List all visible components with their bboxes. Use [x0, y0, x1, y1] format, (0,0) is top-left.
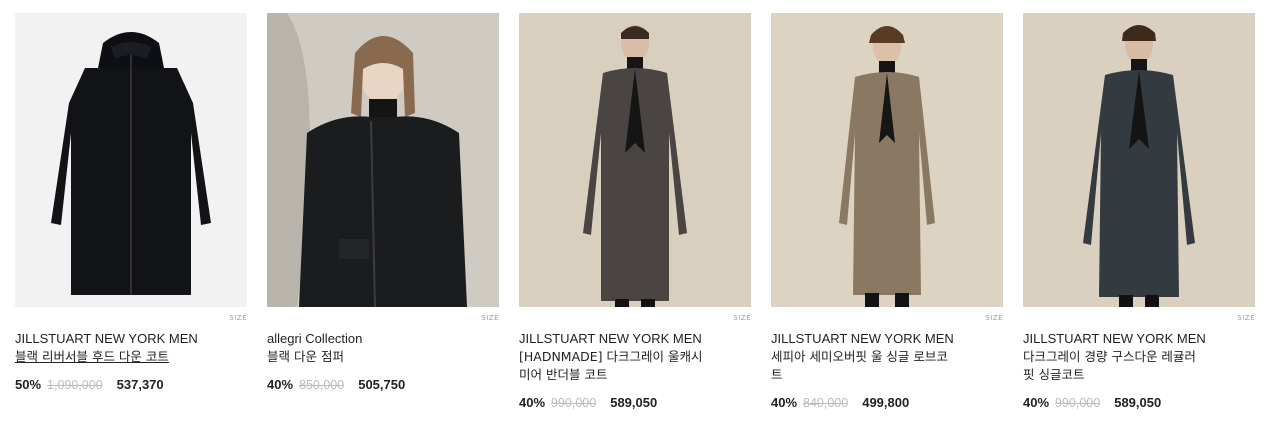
- product-name[interactable]: 세피아 세미오버핏 울 싱글 로브코: [771, 348, 1003, 366]
- product-name-line2[interactable]: 미어 반더블 코트: [519, 366, 751, 384]
- size-tag[interactable]: SIZE: [229, 312, 247, 324]
- product-brand[interactable]: allegri Collection: [267, 330, 499, 348]
- price-row: 40% 840,000 499,800: [771, 394, 1003, 412]
- product-name[interactable]: 다크그레이 경량 구스다운 레귤러: [1023, 348, 1255, 366]
- sale-price: 499,800: [862, 395, 910, 410]
- model-dark-grey-coat-image: [519, 13, 751, 307]
- model-down-coat-image: [1023, 13, 1255, 307]
- product-card[interactable]: SIZE JILLSTUART NEW YORK MEN 세피아 세미오버핏 울…: [771, 13, 1003, 412]
- discount-rate: 40%: [267, 377, 294, 392]
- original-price: 990,000: [551, 396, 597, 410]
- product-card[interactable]: SIZE JILLSTUART NEW YORK MEN 블랙 리버서블 후드 …: [15, 13, 247, 394]
- original-price: 1,090,000: [47, 378, 103, 392]
- original-price: 850,000: [299, 378, 345, 392]
- discount-rate: 40%: [519, 395, 546, 410]
- product-card[interactable]: SIZE JILLSTUART NEW YORK MEN [HADNMADE] …: [519, 13, 751, 412]
- product-card[interactable]: SIZE allegri Collection 블랙 다운 점퍼 40% 850…: [267, 13, 499, 394]
- price-row: 40% 990,000 589,050: [1023, 394, 1255, 412]
- price-row: 50% 1,090,000 537,370: [15, 376, 247, 394]
- product-name[interactable]: 블랙 리버서블 후드 다운 코트: [15, 348, 247, 366]
- model-sepia-coat-image: [771, 13, 1003, 307]
- size-tag[interactable]: SIZE: [733, 312, 751, 324]
- original-price: 840,000: [803, 396, 849, 410]
- product-brand[interactable]: JILLSTUART NEW YORK MEN: [519, 330, 751, 348]
- product-brand[interactable]: JILLSTUART NEW YORK MEN: [1023, 330, 1255, 348]
- model-jumper-image: [267, 13, 499, 307]
- sale-price: 505,750: [358, 377, 406, 392]
- product-name-line2[interactable]: 트: [771, 366, 1003, 384]
- original-price: 990,000: [1055, 396, 1101, 410]
- product-name[interactable]: 블랙 다운 점퍼: [267, 348, 499, 366]
- product-info: allegri Collection 블랙 다운 점퍼 40% 850,000 …: [267, 319, 499, 394]
- product-info: JILLSTUART NEW YORK MEN 블랙 리버서블 후드 다운 코트…: [15, 319, 247, 394]
- product-image[interactable]: [267, 13, 499, 307]
- product-image[interactable]: [771, 13, 1003, 307]
- price-row: 40% 850,000 505,750: [267, 376, 499, 394]
- product-info: JILLSTUART NEW YORK MEN 세피아 세미오버핏 울 싱글 로…: [771, 319, 1003, 412]
- sale-price: 589,050: [610, 395, 658, 410]
- product-name-line2[interactable]: 핏 싱글코트: [1023, 366, 1255, 384]
- discount-rate: 40%: [1023, 395, 1050, 410]
- product-brand[interactable]: JILLSTUART NEW YORK MEN: [771, 330, 1003, 348]
- discount-rate: 40%: [771, 395, 798, 410]
- product-name[interactable]: [HADNMADE] 다크그레이 울캐시: [519, 348, 751, 366]
- product-info: JILLSTUART NEW YORK MEN [HADNMADE] 다크그레이…: [519, 319, 751, 412]
- size-tag[interactable]: SIZE: [985, 312, 1003, 324]
- product-brand[interactable]: JILLSTUART NEW YORK MEN: [15, 330, 247, 348]
- discount-rate: 50%: [15, 377, 42, 392]
- size-tag[interactable]: SIZE: [1237, 312, 1255, 324]
- product-card[interactable]: SIZE JILLSTUART NEW YORK MEN 다크그레이 경량 구스…: [1023, 13, 1255, 412]
- product-image[interactable]: [519, 13, 751, 307]
- black-hooded-coat-image: [15, 13, 247, 307]
- size-tag[interactable]: SIZE: [481, 312, 499, 324]
- product-info: JILLSTUART NEW YORK MEN 다크그레이 경량 구스다운 레귤…: [1023, 319, 1255, 412]
- sale-price: 537,370: [116, 377, 164, 392]
- product-grid: SIZE JILLSTUART NEW YORK MEN 블랙 리버서블 후드 …: [0, 0, 1267, 433]
- product-image[interactable]: [15, 13, 247, 307]
- sale-price: 589,050: [1114, 395, 1162, 410]
- price-row: 40% 990,000 589,050: [519, 394, 751, 412]
- product-image[interactable]: [1023, 13, 1255, 307]
